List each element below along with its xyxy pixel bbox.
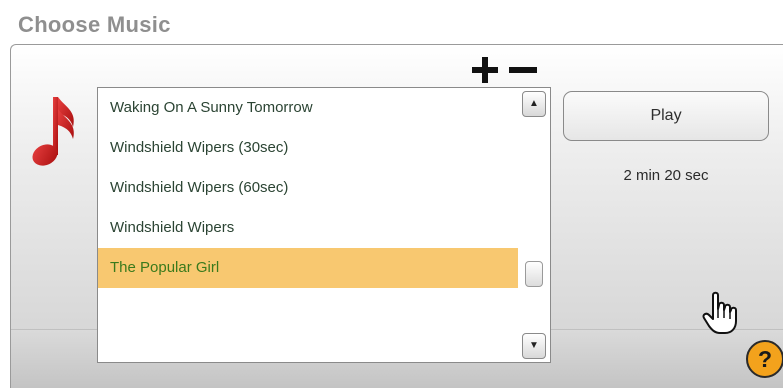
help-icon[interactable]: ? [746, 340, 783, 378]
plus-icon[interactable] [472, 57, 498, 83]
hand-cursor-icon [702, 291, 737, 334]
list-item[interactable]: Waking On A Sunny Tomorrow [98, 88, 518, 128]
music-note-icon [32, 97, 74, 166]
music-list-items: Waking On A Sunny Tomorrow Windshield Wi… [98, 88, 518, 362]
section-title: Choose Music [18, 12, 171, 37]
scroll-down-icon[interactable]: ▼ [522, 333, 546, 359]
scroll-thumb[interactable] [525, 261, 543, 287]
list-item-selected[interactable]: The Popular Girl [98, 248, 518, 288]
list-item[interactable]: Windshield Wipers (60sec) [98, 168, 518, 208]
duration-label: 2 min 20 sec [623, 167, 709, 184]
music-list[interactable]: Waking On A Sunny Tomorrow Windshield Wi… [97, 87, 551, 363]
music-panel: Waking On A Sunny Tomorrow Windshield Wi… [10, 44, 783, 388]
play-button[interactable]: Play [563, 91, 769, 141]
minus-icon[interactable] [509, 67, 537, 73]
scroll-up-icon[interactable]: ▲ [522, 91, 546, 117]
list-scrollbar[interactable]: ▲ ▼ [522, 91, 548, 359]
list-item[interactable]: Windshield Wipers (30sec) [98, 128, 518, 168]
list-item[interactable]: Windshield Wipers [98, 208, 518, 248]
add-remove-controls [472, 57, 537, 83]
